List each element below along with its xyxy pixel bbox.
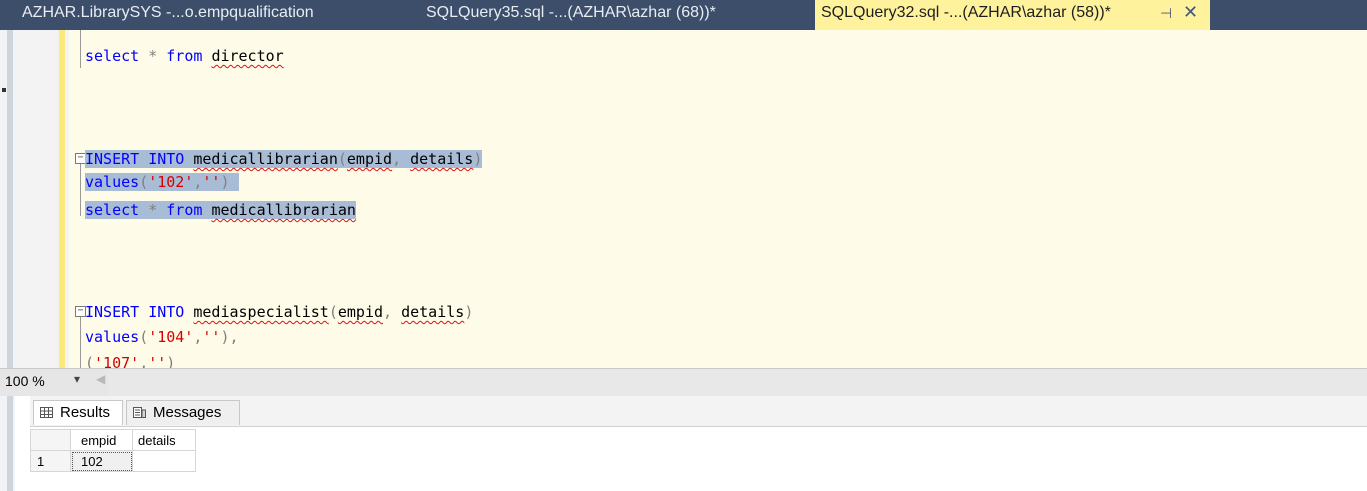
string-literal: '104' bbox=[148, 328, 194, 346]
change-tracking-bar bbox=[59, 30, 65, 368]
results-tab-strip: Results Messages bbox=[30, 396, 1367, 427]
keyword: INTO bbox=[148, 150, 185, 168]
identifier: director bbox=[211, 47, 284, 65]
horizontal-scrollbar[interactable] bbox=[108, 369, 1367, 396]
splitter-marker bbox=[2, 88, 6, 92]
scroll-left-icon[interactable]: ◀ bbox=[96, 372, 105, 386]
punct: ( bbox=[85, 354, 95, 368]
operator: * bbox=[139, 201, 167, 219]
messages-icon bbox=[133, 407, 146, 418]
results-panel: Results Messages empid details 1 102 bbox=[30, 396, 1367, 491]
results-grid[interactable]: empid details 1 102 bbox=[30, 429, 196, 472]
punct: ), bbox=[220, 328, 239, 346]
grid-header-row: empid details bbox=[30, 429, 196, 451]
punct: ( bbox=[139, 328, 149, 346]
keyword: from bbox=[166, 201, 203, 219]
close-icon[interactable]: ✕ bbox=[1183, 0, 1198, 25]
punct: , bbox=[139, 354, 149, 368]
code-line-values-102: values('102','') bbox=[85, 171, 239, 193]
string-literal: '107' bbox=[94, 354, 140, 368]
keyword: values bbox=[85, 328, 140, 346]
keyword: select bbox=[85, 201, 140, 219]
identifier: mediaspecialist bbox=[193, 303, 329, 321]
cell-details[interactable] bbox=[132, 450, 196, 472]
string-literal: '102' bbox=[148, 173, 194, 191]
column-header-empid[interactable]: empid bbox=[70, 429, 133, 451]
zoom-bar: 100 % ▾ ◀ bbox=[0, 368, 1367, 396]
operator: * bbox=[139, 47, 167, 65]
keyword: from bbox=[166, 47, 203, 65]
pin-icon[interactable]: ⊣ bbox=[1160, 0, 1172, 26]
tab-sqlquery32[interactable]: SQLQuery32.sql -...(AZHAR\azhar (58))* ⊣… bbox=[815, 0, 1210, 30]
keyword: select bbox=[85, 47, 140, 65]
punct: ( bbox=[328, 303, 338, 321]
code-line-values-107: ('107','') bbox=[85, 352, 175, 368]
keyword: INSERT bbox=[85, 150, 140, 168]
outline-guide bbox=[80, 164, 81, 216]
document-tab-strip: AZHAR.LibrarySYS -...o.empqualification … bbox=[0, 0, 1367, 30]
row-number[interactable]: 1 bbox=[30, 450, 71, 472]
identifier: details bbox=[410, 150, 474, 168]
punct: , bbox=[392, 150, 411, 168]
zoom-dropdown-icon[interactable]: ▾ bbox=[74, 372, 80, 386]
identifier: empid bbox=[346, 150, 393, 168]
string-literal: '' bbox=[202, 328, 221, 346]
code-line-select-medicallibrarian: select * from medicallibrarian bbox=[85, 199, 356, 221]
outline-guide bbox=[80, 30, 81, 68]
query-editor[interactable]: select * from director − INSERT INTO med… bbox=[15, 30, 1367, 368]
keyword: INSERT bbox=[85, 303, 140, 321]
identifier: empid bbox=[337, 303, 384, 321]
left-splitter-bar bbox=[7, 30, 13, 491]
punct: ) bbox=[464, 303, 474, 321]
punct: ) bbox=[166, 354, 176, 368]
identifier: medicallibrarian bbox=[211, 201, 356, 219]
grid-corner[interactable] bbox=[30, 429, 71, 451]
outline-guide bbox=[80, 317, 81, 368]
punct: , bbox=[383, 303, 402, 321]
code-line-select-director: select * from director bbox=[85, 45, 284, 67]
zoom-level[interactable]: 100 % bbox=[5, 373, 45, 389]
tab-messages-label: Messages bbox=[153, 404, 222, 421]
tab-sqlquery35[interactable]: SQLQuery35.sql -...(AZHAR\azhar (68))* bbox=[426, 0, 716, 30]
left-splitter bbox=[0, 30, 15, 491]
code-line-values-104: values('104',''), bbox=[85, 326, 239, 348]
tab-empqualification[interactable]: AZHAR.LibrarySYS -...o.empqualification bbox=[22, 0, 314, 30]
tab-results-label: Results bbox=[60, 404, 111, 421]
table-row: 1 102 bbox=[30, 450, 196, 472]
code-line-insert-mediaspecialist: INSERT INTO mediaspecialist(empid, detai… bbox=[85, 301, 473, 323]
string-literal: '' bbox=[202, 173, 221, 191]
punct: ( bbox=[337, 150, 347, 168]
punct: ) bbox=[473, 150, 483, 168]
grid-icon bbox=[40, 407, 53, 418]
keyword: INTO bbox=[148, 303, 185, 321]
editor-gutter bbox=[15, 30, 55, 368]
tab-results[interactable]: Results bbox=[33, 400, 123, 425]
column-header-details[interactable]: details bbox=[132, 429, 196, 451]
tab-sqlquery32-label: SQLQuery32.sql -...(AZHAR\azhar (58))* bbox=[821, 4, 1111, 21]
punct: ) bbox=[220, 173, 230, 191]
identifier: medicallibrarian bbox=[193, 150, 338, 168]
code-line-insert-medicallibrarian: INSERT INTO medicallibrarian(empid, deta… bbox=[85, 148, 483, 170]
tab-messages[interactable]: Messages bbox=[126, 400, 240, 425]
identifier: details bbox=[401, 303, 465, 321]
cell-empid[interactable]: 102 bbox=[70, 450, 133, 472]
punct: ( bbox=[139, 173, 149, 191]
string-literal: '' bbox=[148, 354, 167, 368]
keyword: values bbox=[85, 173, 140, 191]
